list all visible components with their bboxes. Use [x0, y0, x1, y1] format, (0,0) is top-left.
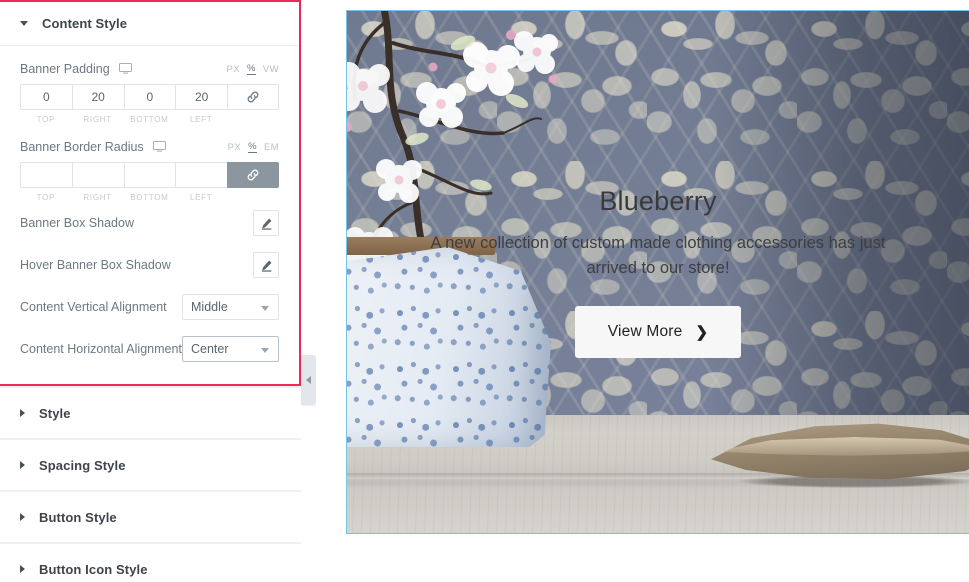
- section-content-style: Content Style Banner Padding PX % VW 0 T…: [0, 0, 301, 386]
- banner-padding-top-cell: TOP: [20, 84, 72, 124]
- banner-border-radius-right-input[interactable]: [71, 162, 124, 188]
- settings-panel: Content Style Banner Padding PX % VW 0 T…: [0, 0, 301, 582]
- banner-border-radius-top-label: TOP: [36, 193, 56, 202]
- chevron-right-icon: ❯: [695, 323, 709, 341]
- banner-widget[interactable]: Blueberry A new collection of custom mad…: [346, 10, 969, 534]
- content-horizontal-alignment-row: Content Horizontal Alignment Center: [20, 328, 279, 370]
- banner-border-radius-label: Banner Border Radius: [20, 140, 144, 154]
- panel-collapse-handle[interactable]: [301, 355, 316, 405]
- banner-border-radius-bottom-input[interactable]: [123, 162, 176, 188]
- section-content-style-body: Banner Padding PX % VW 0 TOP 20 RIGHT 0 …: [0, 46, 299, 370]
- chevron-down-icon: [261, 348, 269, 353]
- banner-padding-top-label: TOP: [36, 115, 56, 124]
- section-button-icon-style-title: Button Icon Style: [39, 561, 148, 577]
- section-button-icon-style[interactable]: Button Icon Style: [0, 544, 301, 582]
- content-horizontal-alignment-value: Center: [191, 342, 229, 356]
- banner-border-radius-right-cell: RIGHT: [71, 162, 124, 202]
- banner-padding-left-cell: LEFT: [175, 84, 227, 124]
- banner-border-radius-left-input[interactable]: [175, 162, 227, 188]
- banner-box-shadow-pencil-icon[interactable]: [253, 210, 279, 236]
- banner-box-shadow-row: Banner Box Shadow: [20, 202, 279, 244]
- content-vertical-alignment-value: Middle: [191, 300, 228, 314]
- section-style-title: Style: [39, 405, 71, 421]
- unit-px[interactable]: PX: [228, 142, 241, 153]
- desktop-icon[interactable]: [118, 61, 132, 79]
- banner-padding-right-cell: RIGHT: [71, 84, 124, 124]
- desktop-icon[interactable]: [152, 139, 166, 157]
- content-vertical-alignment-row: Content Vertical Alignment Middle: [20, 286, 279, 328]
- content-vertical-alignment-label: Content Vertical Alignment: [20, 300, 167, 314]
- banner-padding-units: PX % VW: [227, 63, 279, 75]
- editor-root: Content Style Banner Padding PX % VW 0 T…: [0, 0, 969, 582]
- banner-description: A new collection of custom made clothing…: [430, 233, 886, 277]
- banner-padding-label: Banner Padding: [20, 62, 110, 76]
- caret-down-icon: [20, 21, 28, 26]
- chevron-left-icon: [306, 376, 311, 384]
- unit-px[interactable]: PX: [227, 64, 240, 75]
- banner-padding-top-input[interactable]: [20, 84, 72, 110]
- banner-padding-fields: TOP RIGHT BOTTOM LEFT: [20, 84, 279, 124]
- hover-banner-box-shadow-pencil-icon[interactable]: [253, 252, 279, 278]
- unit-em[interactable]: EM: [264, 142, 279, 153]
- section-spacing-style[interactable]: Spacing Style: [0, 440, 301, 490]
- banner-border-radius-units: PX % EM: [228, 141, 279, 153]
- banner-padding-left-label: LEFT: [189, 115, 213, 124]
- unit-percent[interactable]: %: [248, 141, 257, 153]
- banner-padding-bottom-input[interactable]: [123, 84, 176, 110]
- chevron-down-icon: [261, 306, 269, 311]
- banner-border-radius-right-label: RIGHT: [83, 193, 112, 202]
- caret-right-icon: [20, 513, 25, 521]
- caret-right-icon: [20, 461, 25, 469]
- banner-border-radius-link-icon[interactable]: [227, 162, 279, 188]
- banner-padding-header: Banner Padding PX % VW: [20, 46, 279, 84]
- banner-padding-right-input[interactable]: [71, 84, 124, 110]
- hover-banner-box-shadow-row: Hover Banner Box Shadow: [20, 244, 279, 286]
- view-more-button-label: View More: [607, 323, 683, 341]
- preview-canvas: Blueberry A new collection of custom mad…: [316, 0, 969, 582]
- banner-padding-right-label: RIGHT: [83, 115, 112, 124]
- banner-box-shadow-label: Banner Box Shadow: [20, 216, 134, 230]
- banner-content: Blueberry A new collection of custom mad…: [367, 11, 949, 533]
- section-content-style-title: Content Style: [42, 16, 128, 31]
- content-horizontal-alignment-select[interactable]: Center: [182, 336, 279, 362]
- section-style[interactable]: Style: [0, 388, 301, 438]
- banner-padding-bottom-label: BOTTOM: [130, 115, 169, 124]
- banner-border-radius-top-input[interactable]: [20, 162, 72, 188]
- banner-border-radius-bottom-cell: BOTTOM: [123, 162, 176, 202]
- content-horizontal-alignment-label: Content Horizontal Alignment: [20, 342, 182, 356]
- banner-padding-link-icon[interactable]: [227, 84, 279, 110]
- section-button-style-title: Button Style: [39, 509, 117, 525]
- view-more-button[interactable]: View More ❯: [574, 306, 742, 359]
- hover-banner-box-shadow-label: Hover Banner Box Shadow: [20, 258, 171, 272]
- banner-border-radius-top-cell: TOP: [20, 162, 72, 202]
- unit-percent[interactable]: %: [247, 63, 256, 75]
- banner-border-radius-left-cell: LEFT: [175, 162, 227, 202]
- caret-right-icon: [20, 409, 25, 417]
- banner-padding-left-input[interactable]: [175, 84, 227, 110]
- banner-title: Blueberry: [599, 185, 717, 216]
- banner-padding-bottom-cell: BOTTOM: [123, 84, 176, 124]
- section-button-style[interactable]: Button Style: [0, 492, 301, 542]
- section-content-style-header[interactable]: Content Style: [0, 2, 299, 46]
- content-vertical-alignment-select[interactable]: Middle: [182, 294, 279, 320]
- banner-border-radius-bottom-label: BOTTOM: [130, 193, 169, 202]
- section-spacing-style-title: Spacing Style: [39, 457, 126, 473]
- unit-vw[interactable]: VW: [263, 64, 279, 75]
- banner-border-radius-fields: TOP RIGHT BOTTOM LEFT: [20, 162, 279, 202]
- banner-border-radius-left-label: LEFT: [189, 193, 213, 202]
- caret-right-icon: [20, 565, 25, 573]
- banner-border-radius-header: Banner Border Radius PX % EM: [20, 124, 279, 162]
